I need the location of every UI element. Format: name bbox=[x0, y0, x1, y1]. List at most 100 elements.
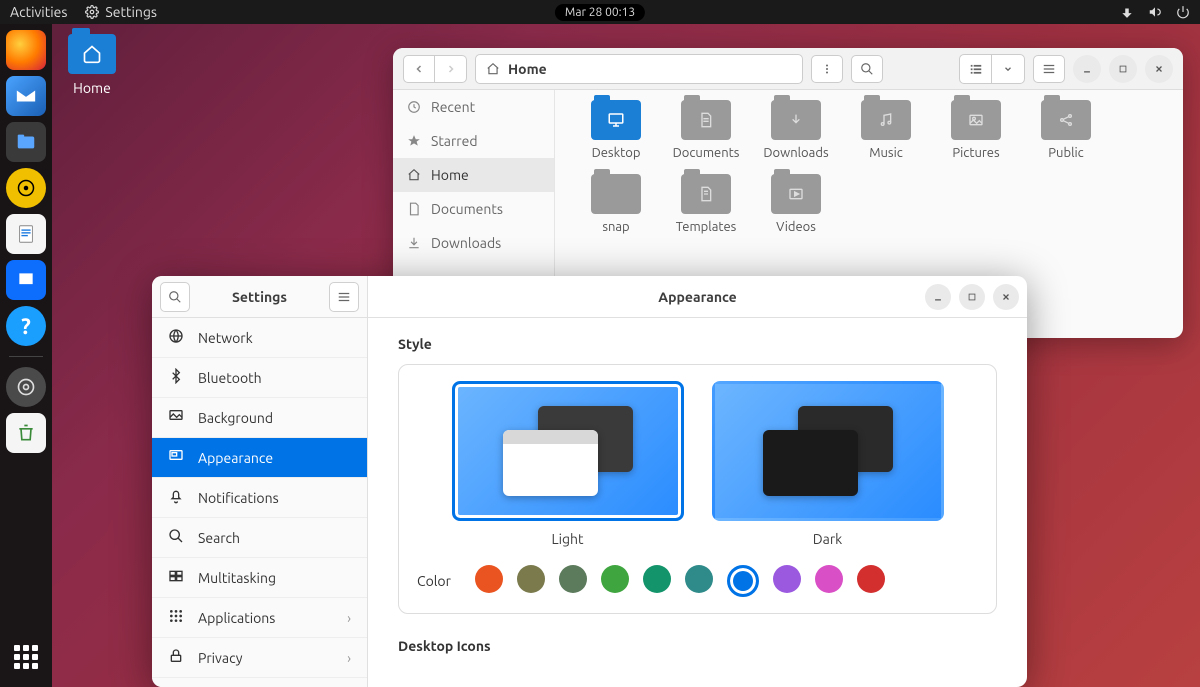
nav-label: Multitasking bbox=[198, 570, 276, 586]
list-view-button[interactable] bbox=[960, 55, 992, 83]
color-swatch-0[interactable] bbox=[475, 565, 503, 593]
nav-label: Applications bbox=[198, 610, 275, 626]
folder-icon bbox=[681, 100, 731, 140]
color-swatch-4[interactable] bbox=[643, 565, 671, 593]
settings-nav-applications[interactable]: Applications› bbox=[152, 598, 367, 638]
sidebar-starred[interactable]: Starred bbox=[393, 124, 554, 158]
app-indicator[interactable]: Settings bbox=[85, 4, 157, 20]
nav-label: Privacy bbox=[198, 650, 242, 666]
sidebar-recent[interactable]: Recent bbox=[393, 90, 554, 124]
nav-label: Bluetooth bbox=[198, 370, 262, 386]
folder-downloads[interactable]: Downloads bbox=[751, 100, 841, 160]
folder-icon bbox=[591, 174, 641, 214]
color-label: Color bbox=[417, 573, 475, 589]
dock-help[interactable]: ? bbox=[6, 306, 46, 346]
chevron-right-icon: › bbox=[347, 650, 351, 666]
home-icon bbox=[407, 168, 421, 182]
clock[interactable]: Mar 28 00:13 bbox=[555, 4, 645, 21]
desktop-icons-title: Desktop Icons bbox=[398, 638, 997, 654]
folder-videos[interactable]: Videos bbox=[751, 174, 841, 234]
dock-files[interactable] bbox=[6, 122, 46, 162]
folder-desktop[interactable]: Desktop bbox=[571, 100, 661, 160]
color-swatch-1[interactable] bbox=[517, 565, 545, 593]
settings-search-button[interactable] bbox=[160, 282, 190, 312]
color-swatch-6[interactable] bbox=[727, 565, 759, 597]
settings-nav-appearance[interactable]: Appearance bbox=[152, 438, 367, 478]
settings-nav-network[interactable]: Network bbox=[152, 318, 367, 358]
settings-maximize-button[interactable] bbox=[959, 284, 985, 310]
dock-software[interactable] bbox=[6, 260, 46, 300]
dock-settings[interactable] bbox=[6, 367, 46, 407]
dock-libreoffice[interactable] bbox=[6, 214, 46, 254]
folder-templates[interactable]: Templates bbox=[661, 174, 751, 234]
settings-icon bbox=[85, 5, 99, 19]
folder-public[interactable]: Public bbox=[1021, 100, 1111, 160]
desktop-home-label: Home bbox=[68, 80, 116, 96]
dock-thunderbird[interactable] bbox=[6, 76, 46, 116]
color-swatch-2[interactable] bbox=[559, 565, 587, 593]
folder-label: snap bbox=[571, 220, 661, 234]
style-light-option[interactable] bbox=[452, 381, 684, 521]
download-icon bbox=[407, 236, 421, 250]
folder-icon bbox=[591, 100, 641, 140]
settings-nav-notifications[interactable]: Notifications bbox=[152, 478, 367, 518]
folder-label: Videos bbox=[751, 220, 841, 234]
nav-label: Notifications bbox=[198, 490, 279, 506]
activities-button[interactable]: Activities bbox=[10, 4, 67, 20]
nav-back-button[interactable] bbox=[403, 55, 435, 83]
sidebar-documents[interactable]: Documents bbox=[393, 192, 554, 226]
style-section-title: Style bbox=[398, 336, 997, 352]
style-light-label: Light bbox=[452, 531, 684, 547]
color-swatch-3[interactable] bbox=[601, 565, 629, 593]
sidebar-home[interactable]: Home bbox=[393, 158, 554, 192]
bg-icon bbox=[168, 408, 184, 427]
dock-trash[interactable] bbox=[6, 413, 46, 453]
color-swatch-5[interactable] bbox=[685, 565, 713, 593]
folder-snap[interactable]: snap bbox=[571, 174, 661, 234]
network-icon[interactable] bbox=[1120, 5, 1134, 19]
view-dropdown-button[interactable] bbox=[992, 55, 1024, 83]
folder-icon bbox=[951, 100, 1001, 140]
globe-icon bbox=[168, 328, 184, 347]
sidebar-downloads[interactable]: Downloads bbox=[393, 226, 554, 260]
settings-minimize-button[interactable] bbox=[925, 284, 951, 310]
color-swatch-7[interactable] bbox=[773, 565, 801, 593]
folder-icon bbox=[1041, 100, 1091, 140]
files-maximize-button[interactable] bbox=[1109, 55, 1137, 83]
nav-label: Network bbox=[198, 330, 253, 346]
nav-label: Search bbox=[198, 530, 240, 546]
document-icon bbox=[407, 202, 421, 216]
color-swatch-8[interactable] bbox=[815, 565, 843, 593]
files-search-button[interactable] bbox=[851, 55, 883, 83]
folder-music[interactable]: Music bbox=[841, 100, 931, 160]
settings-nav-search[interactable]: Search bbox=[152, 518, 367, 558]
clock-icon bbox=[407, 100, 421, 114]
files-minimize-button[interactable] bbox=[1073, 55, 1101, 83]
nav-label: Background bbox=[198, 410, 273, 426]
settings-nav-bluetooth[interactable]: Bluetooth bbox=[152, 358, 367, 398]
files-hamburger-button[interactable] bbox=[1033, 55, 1065, 83]
desktop-home-icon[interactable]: Home bbox=[68, 34, 116, 96]
power-icon[interactable] bbox=[1176, 5, 1190, 19]
settings-left-title: Settings bbox=[198, 289, 321, 305]
dock-rhythmbox[interactable] bbox=[6, 168, 46, 208]
folder-label: Pictures bbox=[931, 146, 1021, 160]
style-dark-option[interactable] bbox=[712, 381, 944, 521]
volume-icon[interactable] bbox=[1148, 5, 1162, 19]
path-menu-button[interactable] bbox=[811, 55, 843, 83]
settings-nav-privacy[interactable]: Privacy › bbox=[152, 638, 367, 678]
folder-pictures[interactable]: Pictures bbox=[931, 100, 1021, 160]
folder-icon bbox=[771, 100, 821, 140]
style-dark-label: Dark bbox=[712, 531, 944, 547]
settings-nav-multitasking[interactable]: Multitasking bbox=[152, 558, 367, 598]
settings-nav-background[interactable]: Background bbox=[152, 398, 367, 438]
folder-documents[interactable]: Documents bbox=[661, 100, 751, 160]
dock-firefox[interactable] bbox=[6, 30, 46, 70]
settings-close-button[interactable] bbox=[993, 284, 1019, 310]
settings-hamburger-button[interactable] bbox=[329, 282, 359, 312]
nav-forward-button[interactable] bbox=[435, 55, 467, 83]
show-applications[interactable] bbox=[6, 637, 46, 677]
color-swatch-9[interactable] bbox=[857, 565, 885, 593]
files-close-button[interactable] bbox=[1145, 55, 1173, 83]
pathbar[interactable]: Home bbox=[475, 54, 803, 84]
